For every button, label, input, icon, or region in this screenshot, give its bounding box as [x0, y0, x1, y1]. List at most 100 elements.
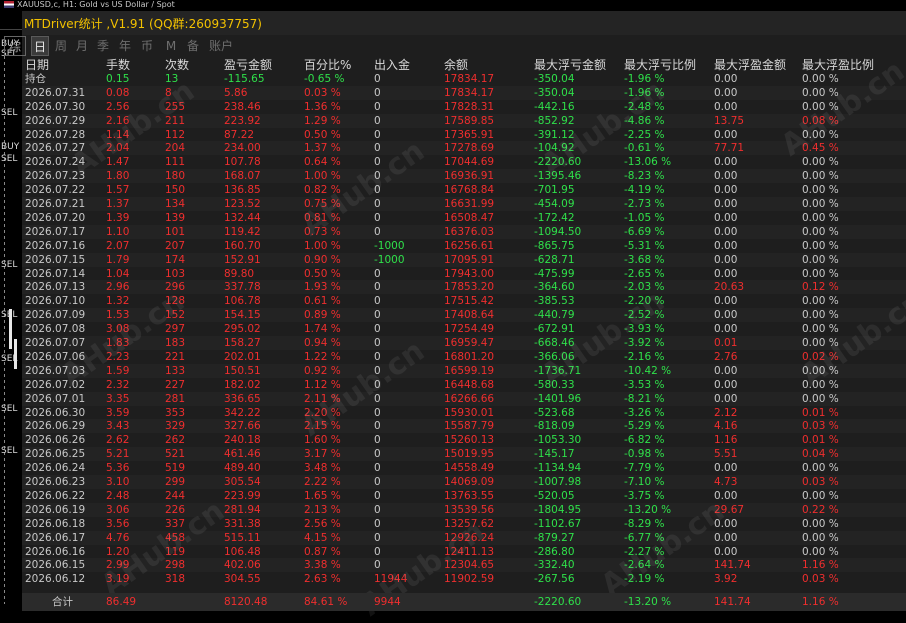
table-row[interactable]: 2026.06.15 2.99 298 402.06 3.38 % 0 12304.65 -3…: [22, 558, 906, 573]
cell-日期: 2026.06.25: [25, 448, 86, 461]
table-row[interactable]: 2026.07.29 2.16 211 223.92 1.29 % 0 17589.85 -8…: [22, 113, 906, 128]
open-positions-row[interactable]: 持仓 0.15 13 -115.65 -0.65 % 0 17834.17 -350.04 -1…: [22, 72, 906, 86]
table-row[interactable]: 2026.06.19 3.06 226 281.94 2.13 % 0 13539.56 -1…: [22, 502, 906, 517]
cell-手数: 3.08: [106, 323, 130, 336]
cell-手数: 3.10: [106, 476, 130, 488]
table-row[interactable]: 2026.06.16 1.20 119 106.48 0.87 % 0 12411.13 -2…: [22, 545, 906, 559]
cell-余额: 17834.17: [444, 86, 495, 99]
column-header[interactable]: 出入金: [374, 58, 410, 72]
cell-手数: 0.08: [106, 86, 130, 99]
tab-6[interactable]: 币: [138, 36, 156, 56]
cell-次数: 204: [165, 142, 186, 155]
table-row[interactable]: 2026.06.26 2.62 262 240.18 1.60 % 0 15260.13 -1…: [22, 433, 906, 447]
table-row[interactable]: 2026.06.17 4.76 458 515.11 4.15 % 0 12926.24 -8…: [22, 530, 906, 545]
table-row[interactable]: 2026.07.17 1.10 101 119.42 0.73 % 0 16376.03 -1…: [22, 224, 906, 239]
table-row[interactable]: 2026.07.09 1.53 152 154.15 0.89 % 0 17408.64 -4…: [22, 308, 906, 323]
cell-盈亏金额: 489.40: [224, 462, 261, 475]
cell-最大浮盈金额: 5.51: [714, 448, 738, 461]
tab-9[interactable]: 账户: [206, 36, 236, 56]
cell-余额: 16768.84: [444, 184, 495, 197]
tab-2[interactable]: 周: [52, 36, 70, 56]
cell-次数: 211: [165, 114, 186, 127]
tab-7[interactable]: M: [162, 36, 180, 56]
table-row[interactable]: 2026.06.24 5.36 519 489.40 3.48 % 0 14558.49 -1…: [22, 461, 906, 475]
table-row[interactable]: 2026.06.12 3.19 318 304.55 2.63 % 11944 11902.…: [22, 572, 906, 586]
chart-header-text: XAUUSD,c, H1: Gold vs US Dollar / Spot: [17, 0, 175, 9]
cell-出入金: 0: [374, 198, 381, 210]
cell-出入金: 0: [374, 489, 381, 502]
table-row[interactable]: 2026.07.20 1.39 139 132.44 0.81 % 0 16508.47 -1…: [22, 211, 906, 225]
tab-4[interactable]: 季: [94, 36, 112, 56]
cell-出入金: 0: [374, 517, 381, 530]
price-line: [0, 29, 22, 30]
cell-最大浮盈比例: 0.45 %: [802, 142, 839, 155]
cell-最大浮亏金额: -1007.98: [534, 476, 582, 488]
table-row[interactable]: 2026.07.28 1.14 112 87.22 0.50 % 0 17365.91 -39…: [22, 128, 906, 142]
table-row[interactable]: 2026.07.06 2.23 221 202.01 1.22 % 0 16801.20 -3…: [22, 350, 906, 364]
cell-次数: 180: [165, 170, 186, 183]
table-row[interactable]: 2026.06.25 5.21 521 461.46 3.17 % 0 15019.95 -1…: [22, 447, 906, 462]
tab-1[interactable]: 日: [31, 36, 49, 56]
cell-手数: 2.96: [106, 281, 130, 294]
cell-出入金: 0: [374, 184, 381, 197]
table-row[interactable]: 2026.06.18 3.56 337 331.38 2.56 % 0 13257.62 -1…: [22, 517, 906, 531]
cell-最大浮亏比例: -4.19 %: [624, 184, 665, 197]
tab-0[interactable]: 综: [4, 36, 26, 56]
cell-手数: 1.47: [106, 156, 130, 169]
cell-百分比%: 2.13 %: [304, 503, 341, 516]
cell-最大浮亏比例: -3.92 %: [624, 337, 665, 349]
cell-百分比%: 0.50 %: [304, 267, 341, 280]
table-row[interactable]: 2026.07.10 1.32 128 106.78 0.61 % 0 17515.42 -3…: [22, 294, 906, 308]
column-header[interactable]: 手数: [106, 58, 130, 72]
cell-余额: 17834.17: [444, 72, 495, 85]
table-row[interactable]: 2026.07.08 3.08 297 295.02 1.74 % 0 17254.49 -6…: [22, 322, 906, 336]
table-row[interactable]: 2026.06.22 2.48 244 223.99 1.65 % 0 13763.55 -5…: [22, 489, 906, 503]
cell-日期: 2026.07.09: [25, 309, 86, 322]
table-row[interactable]: 2026.07.14 1.04 103 89.80 0.50 % 0 17943.00 -47…: [22, 267, 906, 281]
cell-日期: 2026.07.24: [25, 156, 86, 169]
table-row[interactable]: 2026.07.23 1.80 180 168.07 1.00 % 0 16936.91 -1…: [22, 169, 906, 184]
table-row[interactable]: 2026.07.13 2.96 296 337.78 1.93 % 0 17853.20 -3…: [22, 280, 906, 295]
table-row[interactable]: 2026.06.29 3.43 329 327.66 2.15 % 0 15587.79 -8…: [22, 419, 906, 434]
table-row[interactable]: 2026.07.07 1.83 183 158.27 0.94 % 0 16959.47 -6…: [22, 336, 906, 350]
table-row[interactable]: 2026.07.31 0.08 8 5.86 0.03 % 0 17834.17 -350.0…: [22, 85, 906, 100]
table-row[interactable]: 2026.07.02 2.32 227 182.02 1.12 % 0 16448.68 -5…: [22, 378, 906, 392]
cell-日期: 2026.07.08: [25, 323, 86, 336]
cell-余额: 16801.20: [444, 350, 495, 363]
cell-余额: 16266.66: [444, 392, 495, 405]
cell-余额: 17589.85: [444, 114, 495, 127]
cell-日期: 2026.07.30: [25, 100, 86, 113]
table-row[interactable]: 2026.07.30 2.56 255 238.46 1.36 % 0 17828.31 -4…: [22, 100, 906, 114]
tab-3[interactable]: 月: [73, 36, 91, 56]
column-header[interactable]: 余额: [444, 58, 468, 72]
cell-最大浮亏金额: -1053.30: [534, 434, 582, 447]
table-row[interactable]: 2026.07.16 2.07 207 160.70 1.00 % -1000 16256.…: [22, 239, 906, 253]
column-header[interactable]: 最大浮亏比例: [624, 58, 696, 72]
cell-最大浮盈比例: 0.04 %: [802, 448, 839, 461]
column-header[interactable]: 盈亏金额: [224, 58, 272, 72]
cell-盈亏金额: 402.06: [224, 559, 261, 572]
column-header[interactable]: 最大浮盈比例: [802, 58, 874, 72]
cell-最大浮盈比例: 0.00 %: [802, 198, 839, 210]
cell-余额: 17044.69: [444, 156, 495, 169]
table-row[interactable]: 2026.07.22 1.57 150 136.85 0.82 % 0 16768.84 -7…: [22, 183, 906, 197]
cell-最大浮盈金额: 0.00: [714, 323, 738, 336]
table-row[interactable]: 2026.07.03 1.59 133 150.51 0.92 % 0 16599.19 -1…: [22, 363, 906, 378]
table-row[interactable]: 2026.07.15 1.79 174 152.91 0.90 % -1000 17095.…: [22, 252, 906, 267]
tab-5[interactable]: 年: [116, 36, 134, 56]
column-header[interactable]: 次数: [165, 58, 189, 72]
table-row[interactable]: 2026.07.21 1.37 134 123.52 0.75 % 0 16631.99 -4…: [22, 197, 906, 211]
cell-余额: 17828.31: [444, 100, 495, 113]
cell-余额: 15260.13: [444, 434, 495, 447]
cell-手数: 1.39: [106, 211, 130, 224]
column-header[interactable]: 最大浮亏金额: [534, 58, 606, 72]
column-header[interactable]: 最大浮盈金额: [714, 58, 786, 72]
column-header[interactable]: 日期: [25, 58, 49, 72]
table-row[interactable]: 2026.06.23 3.10 299 305.54 2.22 % 0 14069.09 -1…: [22, 475, 906, 489]
table-row[interactable]: 2026.06.30 3.59 353 342.22 2.20 % 0 15930.01 -5…: [22, 406, 906, 420]
tab-8[interactable]: 备: [183, 36, 203, 56]
table-row[interactable]: 2026.07.24 1.47 111 107.78 0.64 % 0 17044.69 -2…: [22, 155, 906, 169]
table-row[interactable]: 2026.07.27 2.04 204 234.00 1.37 % 0 17278.69 -1…: [22, 141, 906, 156]
table-row[interactable]: 2026.07.01 3.35 281 336.65 2.11 % 0 16266.66 -1…: [22, 391, 906, 406]
column-header[interactable]: 百分比%: [304, 58, 351, 72]
